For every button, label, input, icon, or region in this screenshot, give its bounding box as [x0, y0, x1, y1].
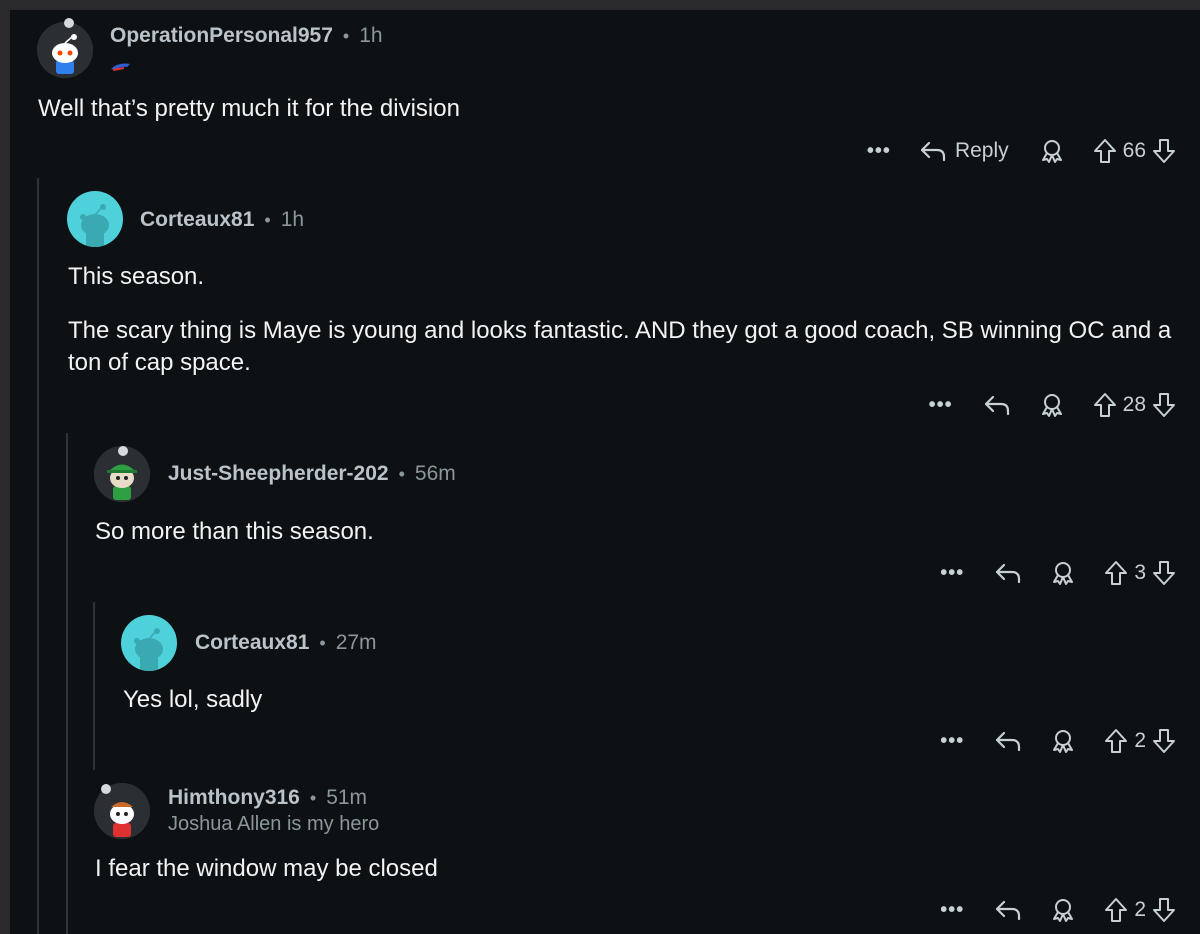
- separator-dot: •: [264, 209, 271, 230]
- upvote-icon: [1105, 898, 1128, 922]
- comment-actions: ••• 3: [940, 553, 1176, 593]
- comment-paragraph: The scary thing is Maye is young and loo…: [68, 317, 1172, 376]
- thread-line[interactable]: [93, 602, 95, 770]
- downvote-button[interactable]: [1152, 897, 1176, 923]
- vote-score: 2: [1134, 898, 1146, 921]
- award-button[interactable]: [1050, 560, 1076, 586]
- downvote-icon: [1153, 561, 1175, 585]
- upvote-button[interactable]: [1093, 138, 1117, 164]
- award-icon: [1053, 730, 1074, 753]
- upvote-icon: [1105, 729, 1128, 753]
- more-options-button[interactable]: •••: [940, 730, 964, 753]
- timestamp[interactable]: 56m: [415, 462, 456, 486]
- online-indicator: [64, 18, 74, 28]
- reply-button[interactable]: [994, 729, 1022, 753]
- award-icon: [1053, 562, 1074, 585]
- reply-icon: [984, 395, 1009, 416]
- award-button[interactable]: [1039, 138, 1065, 164]
- comment-paragraph: This season.: [68, 263, 205, 290]
- more-options-button[interactable]: •••: [929, 394, 953, 417]
- separator-dot: •: [309, 787, 317, 808]
- comment-actions: ••• Reply 66: [867, 131, 1176, 171]
- downvote-button[interactable]: [1152, 392, 1176, 418]
- comment-meta: Corteaux81 • 1h: [140, 208, 304, 232]
- comment-meta: Just-Sheepherder-202 • 56m: [168, 462, 456, 486]
- username[interactable]: Just-Sheepherder-202: [168, 462, 389, 486]
- comment-actions: ••• 2: [940, 890, 1176, 930]
- thread-line[interactable]: [66, 433, 68, 934]
- reply-button[interactable]: [994, 898, 1022, 922]
- username[interactable]: Corteaux81: [195, 631, 309, 655]
- comment-actions: ••• 28: [929, 385, 1176, 425]
- separator-dot: •: [342, 25, 350, 46]
- reply-icon: [996, 900, 1021, 921]
- reply-button[interactable]: [983, 393, 1011, 417]
- username[interactable]: OperationPersonal957: [110, 24, 333, 48]
- user-flair: Joshua Allen is my hero: [168, 813, 380, 835]
- comment-meta: Corteaux81 • 27m: [195, 631, 377, 655]
- reply-icon: [996, 563, 1021, 584]
- flair-logo: [110, 56, 132, 79]
- comment-actions: ••• 2: [940, 721, 1176, 761]
- more-options-button[interactable]: •••: [940, 899, 964, 922]
- reply-button[interactable]: Reply: [919, 139, 1009, 163]
- more-options-button[interactable]: •••: [940, 562, 964, 585]
- upvote-icon: [1093, 393, 1116, 417]
- comment-body: This season. The scary thing is Maye is …: [68, 261, 1178, 401]
- award-icon: [1041, 140, 1062, 163]
- reply-label: Reply: [954, 139, 1009, 162]
- username[interactable]: Corteaux81: [140, 208, 254, 232]
- upvote-icon: [1105, 561, 1128, 585]
- upvote-icon: [1093, 139, 1116, 163]
- award-button[interactable]: [1050, 728, 1076, 754]
- comment-paragraph: Yes lol, sadly: [123, 686, 263, 713]
- downvote-button[interactable]: [1152, 138, 1176, 164]
- avatar[interactable]: [67, 191, 123, 247]
- vote-score: 66: [1122, 139, 1146, 162]
- award-icon: [1041, 394, 1062, 417]
- comment-meta: OperationPersonal957 • 1h: [110, 24, 383, 48]
- timestamp[interactable]: 51m: [326, 786, 367, 810]
- upvote-button[interactable]: [1104, 560, 1128, 586]
- comment-paragraph: I fear the window may be closed: [95, 855, 438, 882]
- downvote-icon: [1153, 139, 1175, 163]
- separator-dot: •: [319, 632, 326, 653]
- downvote-button[interactable]: [1152, 728, 1176, 754]
- timestamp[interactable]: 1h: [281, 208, 304, 232]
- username[interactable]: Himthony316: [168, 786, 300, 810]
- award-button[interactable]: [1050, 897, 1076, 923]
- reply-icon: [920, 141, 946, 162]
- reply-button[interactable]: [994, 561, 1022, 585]
- vote-score: 28: [1122, 393, 1146, 416]
- downvote-icon: [1153, 729, 1175, 753]
- avatar[interactable]: [37, 22, 93, 78]
- upvote-button[interactable]: [1104, 728, 1128, 754]
- online-indicator: [118, 446, 128, 456]
- upvote-button[interactable]: [1104, 897, 1128, 923]
- downvote-button[interactable]: [1152, 560, 1176, 586]
- comment-paragraph: Well that’s pretty much it for the divis…: [38, 95, 460, 122]
- upvote-button[interactable]: [1093, 392, 1117, 418]
- downvote-icon: [1153, 393, 1175, 417]
- vote-score: 2: [1134, 729, 1146, 752]
- online-indicator: [101, 784, 111, 794]
- comment-paragraph: So more than this season.: [95, 518, 374, 545]
- comment-thread: OperationPersonal957 • 1h Well that’s pr…: [10, 10, 1200, 934]
- timestamp[interactable]: 1h: [359, 24, 382, 48]
- thread-line[interactable]: [37, 178, 39, 934]
- snoo-avatar-icon: [37, 22, 93, 78]
- default-snoo-avatar-icon: [67, 191, 123, 247]
- award-icon: [1053, 899, 1074, 922]
- award-button[interactable]: [1039, 392, 1065, 418]
- reply-icon: [996, 731, 1021, 752]
- timestamp[interactable]: 27m: [336, 631, 377, 655]
- default-snoo-avatar-icon: [121, 615, 177, 671]
- bills-logo-icon: [111, 63, 130, 71]
- vote-score: 3: [1134, 561, 1146, 584]
- avatar[interactable]: [121, 615, 177, 671]
- comment-meta: Himthony316 • 51m: [168, 786, 367, 810]
- downvote-icon: [1153, 898, 1175, 922]
- separator-dot: •: [398, 463, 405, 484]
- more-options-button[interactable]: •••: [867, 140, 891, 163]
